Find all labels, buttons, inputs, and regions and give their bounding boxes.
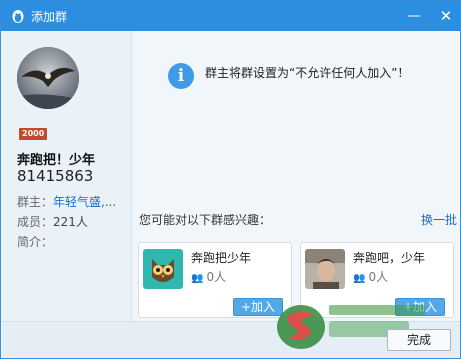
close-button[interactable]: ✕ bbox=[435, 6, 457, 26]
suggested-group-name: 奔跑把少年 bbox=[191, 251, 252, 265]
members-icon: 👥 bbox=[353, 273, 366, 284]
info-icon: i bbox=[168, 63, 194, 89]
notice-message: 群主将群设置为“不允许任何人加入”！ bbox=[205, 66, 410, 80]
group-id: 81415863 bbox=[17, 167, 94, 185]
join-button[interactable]: +加入 bbox=[233, 298, 283, 316]
members-icon: 👥 bbox=[191, 273, 204, 284]
window-title: 添加群 bbox=[31, 10, 68, 24]
group-info-panel: 2000 奔跑把！少年 81415863 群主：年轻气盛,... 成员：221人… bbox=[2, 31, 132, 321]
join-button[interactable]: +加入 bbox=[395, 298, 445, 316]
group-members: 成员：221人 bbox=[17, 213, 88, 230]
members-label: 成员： bbox=[17, 215, 54, 229]
group-owner: 群主：年轻气盛,... bbox=[17, 193, 116, 210]
refresh-link[interactable]: 换一批 bbox=[421, 211, 457, 228]
suggestions-title: 您可能对以下群感兴趣： bbox=[139, 213, 272, 227]
suggested-group-card[interactable]: 奔跑吧，少年 👥 0人 +加入 bbox=[300, 242, 454, 318]
owl-avatar-icon bbox=[143, 249, 183, 289]
suggested-group-count: 👥 0人 bbox=[353, 270, 389, 284]
minimize-button[interactable]: — bbox=[403, 6, 425, 26]
eagle-avatar-icon bbox=[17, 47, 79, 109]
suggested-group-card[interactable]: 奔跑把少年 👥 0人 +加入 bbox=[138, 242, 292, 318]
suggested-group-name: 奔跑吧，少年 bbox=[353, 251, 426, 265]
owner-link[interactable]: 年轻气盛,... bbox=[53, 195, 116, 209]
suggested-group-count: 👥 0人 bbox=[191, 270, 227, 284]
title-bar[interactable]: 添加群 — ✕ bbox=[1, 1, 460, 31]
group-name: 奔跑把！少年 bbox=[17, 153, 96, 168]
person-avatar-icon bbox=[305, 249, 345, 289]
owner-label: 群主： bbox=[17, 195, 54, 209]
members-count: 221人 bbox=[53, 215, 88, 229]
group-avatar bbox=[17, 47, 79, 109]
intro-label: 简介： bbox=[17, 235, 54, 249]
group-intro: 简介： bbox=[17, 233, 53, 250]
add-group-window: 添加群 — ✕ 2000 奔跑把！少年 81415863 群主：年轻气盛,...… bbox=[0, 0, 461, 359]
done-button[interactable]: 完成 bbox=[387, 329, 451, 351]
penguin-logo-icon bbox=[12, 10, 24, 23]
level-badge: 2000 bbox=[19, 128, 48, 140]
